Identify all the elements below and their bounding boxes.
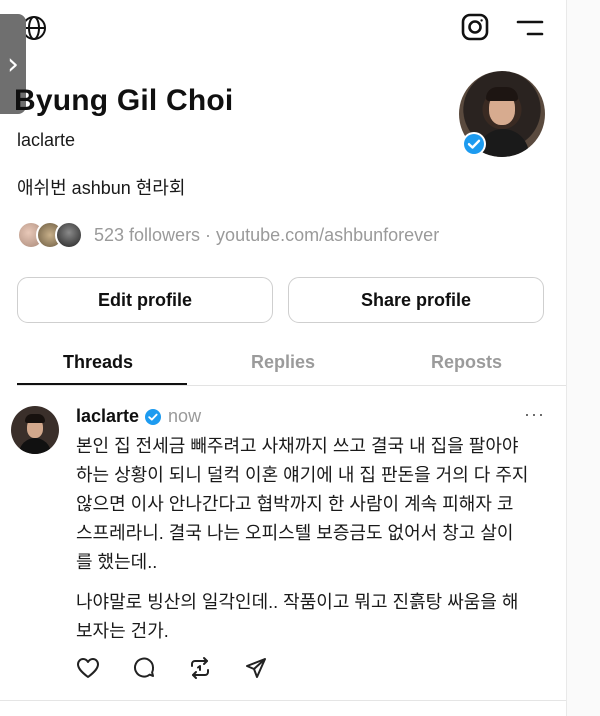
chevron-right-icon: › xyxy=(7,46,19,82)
followers-row[interactable]: 523 followers · youtube.com/ashbunforeve… xyxy=(17,221,439,249)
tab-reposts[interactable]: Reposts xyxy=(431,352,502,373)
post-author-avatar[interactable] xyxy=(11,406,59,454)
post-line: 나야말로 빙산의 일각인데.. 작품이고 뭐고 진흙탕 싸움을 해 xyxy=(76,592,519,612)
share-profile-button[interactable]: Share profile xyxy=(288,277,544,323)
repost-icon[interactable] xyxy=(188,656,212,680)
post-divider xyxy=(0,700,566,701)
post-paragraph-1: 본인 집 전세금 빼주려고 사채까지 쓰고 결국 내 집을 팔아야 하는 상황이… xyxy=(76,432,556,577)
edit-profile-button[interactable]: Edit profile xyxy=(17,277,273,323)
post-line: 않으면 이사 안나간다고 협박까지 한 사람이 계속 피해자 코 xyxy=(76,494,514,514)
tabs-divider xyxy=(17,385,566,386)
post-line: 본인 집 전세금 빼주려고 사채까지 쓰고 결국 내 집을 팔아야 xyxy=(76,436,519,456)
post-line: 를 했는데.. xyxy=(76,552,158,572)
followers-link-text[interactable]: 523 followers · youtube.com/ashbunforeve… xyxy=(94,225,439,246)
comment-icon[interactable] xyxy=(132,656,156,680)
verified-badge-icon xyxy=(462,132,486,156)
follower-avatar xyxy=(55,221,83,249)
more-options-icon[interactable]: ··· xyxy=(524,404,545,425)
profile-screen: › Byung Gil Choi laclarte 애쉬번 ashbun 현라회… xyxy=(0,0,567,716)
profile-name: Byung Gil Choi xyxy=(14,84,234,117)
active-tab-indicator xyxy=(17,383,187,385)
post-header: laclarte now xyxy=(76,406,201,427)
post-actions xyxy=(76,656,300,680)
share-icon[interactable] xyxy=(244,656,268,680)
tab-threads[interactable]: Threads xyxy=(63,352,133,373)
post-timestamp: now xyxy=(168,406,202,426)
post-paragraph-2: 나야말로 빙산의 일각인데.. 작품이고 뭐고 진흙탕 싸움을 해 보자는 건가… xyxy=(76,588,556,646)
right-margin xyxy=(567,0,600,716)
post-line: 스프레라니. 결국 나는 오피스텔 보증금도 없어서 창고 살이 xyxy=(76,523,514,543)
verified-badge-icon xyxy=(145,408,162,425)
menu-icon[interactable] xyxy=(515,16,545,40)
heart-icon[interactable] xyxy=(76,656,100,680)
post-username[interactable]: laclarte xyxy=(76,406,139,427)
profile-handle: laclarte xyxy=(17,130,76,150)
profile-bio: 애쉬번 ashbun 현라회 xyxy=(17,178,186,198)
instagram-icon[interactable] xyxy=(459,11,491,43)
post-line: 하는 상황이 되니 덜컥 이혼 얘기에 내 집 판돈을 거의 다 주지 xyxy=(76,465,529,485)
post-line: 보자는 건가. xyxy=(76,621,169,641)
tab-replies[interactable]: Replies xyxy=(251,352,315,373)
